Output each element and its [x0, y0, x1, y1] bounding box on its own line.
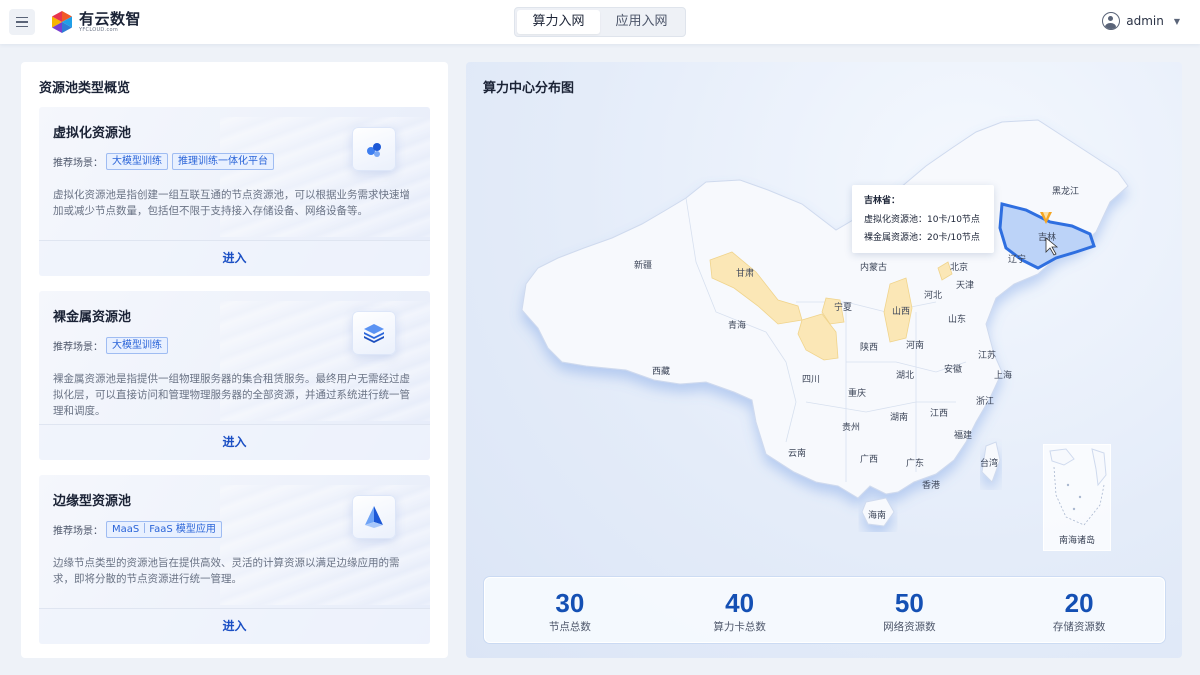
stat-value: 50	[894, 588, 924, 618]
top-header: 有云数智 YFCLOUD.com 算力入网 应用入网 admin ▼	[0, 0, 1200, 44]
brand-logo[interactable]: 有云数智 YFCLOUD.com	[50, 9, 141, 35]
cube-cluster-icon	[352, 127, 396, 171]
menu-icon-line	[16, 21, 28, 23]
tooltip-row: 虚拟化资源池：10卡/10节点	[864, 215, 980, 225]
panel-title: 资源池类型概览	[39, 81, 131, 96]
province-label: 海南	[868, 509, 886, 521]
province-label: 新疆	[634, 259, 652, 271]
province-label: 重庆	[848, 387, 866, 399]
logo-icon	[52, 11, 72, 33]
user-menu[interactable]: admin ▼	[1102, 12, 1180, 30]
resource-pool-overview-panel: 资源池类型概览 虚拟化资源池 推荐场景： 大模型训练 推理训练一体化平台 虚拟化…	[21, 62, 448, 658]
pyramid-icon	[352, 495, 396, 539]
province-label: 山东	[948, 313, 966, 325]
enter-button[interactable]: 进入	[39, 424, 430, 460]
province-label: 湖北	[896, 370, 914, 381]
stat-nodes: 30 节点总数	[485, 578, 655, 642]
summary-stats: 30 节点总数 40 算力卡总数 50 网络资源数 20 存储资源数	[484, 577, 1165, 643]
province-label: 河北	[924, 289, 942, 301]
menu-icon-line	[16, 16, 28, 19]
stat-value: 30	[555, 588, 585, 618]
province-label: 浙江	[976, 395, 994, 407]
tooltip-row: 裸金属资源池：20卡/10节点	[864, 233, 980, 243]
province-label: 安徽	[944, 363, 962, 375]
logo-subtitle: YFCLOUD.com	[79, 26, 119, 33]
stat-storage: 20 存储资源数	[994, 578, 1164, 642]
pool-card-virtualization: 虚拟化资源池 推荐场景： 大模型训练 推理训练一体化平台 虚拟化资源池是指创建一…	[39, 107, 430, 276]
pool-scenes: 推荐场景： 大模型训练	[53, 337, 172, 354]
province-label: 天津	[956, 280, 974, 291]
tab-compute-access[interactable]: 算力入网	[517, 10, 600, 34]
scene-label: 推荐场景：	[53, 342, 103, 353]
scene-tag: 大模型训练	[106, 337, 168, 354]
stat-value: 20	[1064, 588, 1094, 618]
province-label: 青海	[728, 319, 746, 331]
south-china-sea-inset: 南海诸岛	[1043, 444, 1111, 551]
province-label: 黑龙江	[1052, 185, 1079, 197]
province-label: 辽宁	[1008, 253, 1026, 265]
province-label: 甘肃	[736, 267, 754, 279]
province-label: 宁夏	[834, 301, 852, 313]
pool-description: 虚拟化资源池是指创建一组互联互通的节点资源池，可以根据业务需求快速增加或减少节点…	[53, 189, 410, 217]
pool-card-bare-metal: 裸金属资源池 推荐场景： 大模型训练 裸金属资源池是指提供一组物理服务器的集合租…	[39, 291, 430, 460]
enter-button[interactable]: 进入	[39, 240, 430, 276]
province-label: 贵州	[842, 421, 860, 433]
pool-scenes: 推荐场景： 大模型训练 推理训练一体化平台	[53, 153, 278, 170]
scene-label: 推荐场景：	[53, 526, 103, 537]
china-map: 黑龙江 吉林 辽宁 内蒙古 北京 天津 河北 山西 山东 新疆 甘肃 青海 宁夏…	[521, 119, 1129, 527]
server-stack-icon	[352, 311, 396, 355]
menu-toggle-button[interactable]	[9, 9, 35, 35]
province-label: 湖南	[890, 411, 908, 423]
province-tooltip: 吉林省： 虚拟化资源池：10卡/10节点 裸金属资源池：20卡/10节点	[852, 185, 994, 253]
province-label: 江西	[930, 408, 948, 419]
province-label: 四川	[802, 375, 820, 385]
pool-description: 边缘节点类型的资源池旨在提供高效、灵活的计算资源以满足边缘应用的需求，即将分散的…	[53, 557, 400, 585]
chevron-down-icon: ▼	[1173, 16, 1180, 26]
province-label: 江苏	[978, 349, 996, 361]
province-label: 河南	[906, 339, 924, 351]
menu-icon-line	[16, 25, 28, 28]
province-label: 西藏	[652, 365, 670, 377]
pool-card-edge: 边缘型资源池 推荐场景： MaaS｜FaaS 模型应用 边缘节点类型的资源池旨在…	[39, 475, 430, 644]
logo-name: 有云数智	[79, 9, 142, 28]
stat-label: 节点总数	[548, 621, 591, 633]
compute-center-map-panel: 算力中心分布图 黑龙江 吉林 辽宁 内蒙古 北京 天津 河北 山西 山东 新疆 …	[466, 62, 1182, 658]
enter-button[interactable]: 进入	[39, 608, 430, 644]
mode-tabs: 算力入网 应用入网	[514, 7, 686, 37]
scene-tag: 推理训练一体化平台	[172, 153, 274, 170]
tab-app-access[interactable]: 应用入网	[600, 10, 683, 34]
scene-tag: 大模型训练	[106, 153, 168, 170]
province-label: 台湾	[980, 457, 998, 469]
province-label: 内蒙古	[860, 261, 887, 273]
panel-title: 算力中心分布图	[483, 81, 575, 96]
province-label: 广东	[906, 457, 924, 469]
province-label: 北京	[950, 261, 968, 273]
stat-network: 50 网络资源数	[825, 578, 995, 642]
user-name: admin	[1126, 14, 1164, 28]
scene-label: 推荐场景：	[53, 158, 103, 169]
province-label: 山西	[892, 306, 910, 317]
inset-islands	[1049, 448, 1107, 526]
pool-scenes: 推荐场景： MaaS｜FaaS 模型应用	[53, 521, 226, 538]
stat-label: 网络资源数	[883, 621, 936, 633]
stat-label: 算力卡总数	[713, 621, 766, 633]
province-label: 云南	[788, 447, 806, 459]
province-label: 广西	[860, 453, 878, 465]
province-label: 陕西	[860, 341, 878, 353]
pool-name: 虚拟化资源池	[53, 126, 132, 141]
inset-label: 南海诸岛	[1058, 536, 1095, 546]
pool-name: 边缘型资源池	[53, 494, 132, 509]
stat-value: 40	[725, 588, 755, 618]
stat-label: 存储资源数	[1052, 621, 1106, 633]
province-label: 香港	[922, 479, 940, 491]
province-label: 福建	[954, 429, 972, 441]
province-label: 吉林	[1038, 231, 1056, 243]
province-label: 上海	[994, 369, 1012, 381]
pool-name: 裸金属资源池	[53, 310, 132, 325]
pool-description: 裸金属资源池是指提供一组物理服务器的集合租赁服务。最终用户无需经过虚拟化层，可以…	[53, 373, 410, 417]
tooltip-title: 吉林省：	[864, 196, 901, 206]
user-avatar-icon	[1102, 12, 1121, 30]
stat-cards: 40 算力卡总数	[655, 578, 825, 642]
scene-tag: MaaS｜FaaS 模型应用	[106, 521, 222, 538]
